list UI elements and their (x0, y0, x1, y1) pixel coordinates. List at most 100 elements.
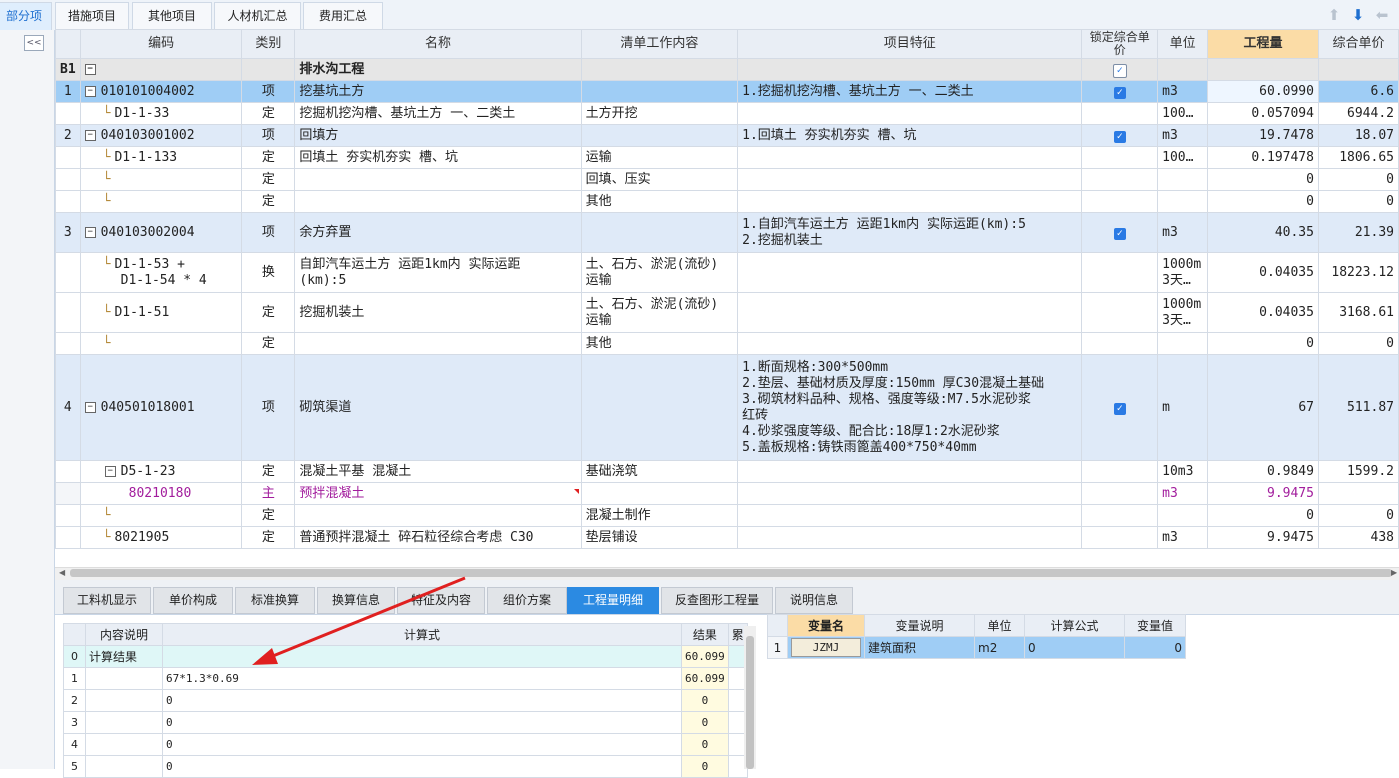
cell-price[interactable]: 1599.2 (1317, 460, 1399, 483)
calc-result[interactable]: 0 (681, 689, 729, 712)
cell-price[interactable]: 511.87 (1317, 354, 1399, 461)
cell-code[interactable]: └ (79, 168, 243, 191)
cell-type[interactable]: 定 (241, 292, 296, 333)
cell-unit[interactable]: m3 (1157, 482, 1209, 505)
cell-name[interactable]: 普通预拌混凝土 碎石粒径综合考虑 C30 (294, 526, 582, 549)
row-number[interactable] (55, 332, 81, 355)
cell-qty[interactable]: 0 (1207, 504, 1319, 527)
bottom-tab[interactable]: 反查图形工程量 (661, 587, 773, 614)
var-header-name[interactable]: 变量名 (787, 614, 865, 637)
cell-type[interactable] (241, 58, 296, 81)
cell-feature[interactable] (737, 190, 1083, 213)
top-tab[interactable]: 人材机汇总 (214, 2, 301, 30)
cell-qty[interactable]: 0 (1207, 168, 1319, 191)
grid-row[interactable]: └ 定 其他 0 0 (55, 332, 1399, 355)
calc-row[interactable]: 3 00 (63, 711, 748, 734)
cell-work[interactable]: 其他 (580, 332, 739, 355)
calc-desc[interactable] (85, 733, 163, 756)
cell-feature[interactable] (737, 146, 1083, 169)
row-number[interactable] (55, 190, 81, 213)
cell-feature[interactable] (737, 482, 1083, 505)
scroll-left-icon[interactable]: ◀ (59, 568, 65, 577)
calc-desc[interactable] (85, 667, 163, 690)
calc-expr[interactable]: 0 (162, 711, 682, 734)
cell-work[interactable]: 混凝土制作 (580, 504, 739, 527)
calc-row[interactable]: 1 67*1.3*0.69 60.099 (63, 667, 748, 690)
checkbox-icon[interactable]: ✓ (1113, 227, 1126, 240)
cell-unit[interactable]: m3 (1157, 80, 1209, 103)
cell-unit[interactable] (1157, 332, 1209, 355)
cell-lock[interactable] (1081, 252, 1159, 293)
cell-code[interactable]: └ D1-1-33 (79, 102, 243, 125)
cell-unit[interactable] (1157, 168, 1209, 191)
var-formula[interactable]: 0 (1024, 636, 1125, 659)
cell-unit[interactable] (1157, 58, 1209, 81)
col-header-work[interactable]: 清单工作内容 (580, 29, 739, 59)
cell-type[interactable]: 换 (241, 252, 296, 293)
calc-header-result[interactable]: 结果 (681, 623, 729, 646)
cell-name[interactable] (294, 332, 582, 355)
calc-desc[interactable] (85, 711, 163, 734)
row-number[interactable] (55, 504, 81, 527)
cell-work[interactable] (580, 482, 739, 505)
cell-type[interactable]: 定 (241, 504, 296, 527)
col-header-feature[interactable]: 项目特征 (737, 29, 1083, 59)
col-header-lock[interactable]: 锁定综合单价 (1081, 29, 1159, 59)
cell-code[interactable]: −040103002004 (79, 212, 243, 253)
cell-unit[interactable]: 1000m 3天… (1157, 292, 1209, 333)
cell-feature[interactable]: 1.回填土 夯实机夯实 槽、坑 (737, 124, 1083, 147)
cell-code[interactable]: − (79, 58, 243, 81)
cell-code[interactable]: −040501018001 (79, 354, 243, 461)
cell-name[interactable] (294, 168, 582, 191)
horizontal-scroll-thumb[interactable] (70, 569, 1392, 577)
cell-lock[interactable]: ✓ (1081, 58, 1159, 81)
cell-feature[interactable] (737, 526, 1083, 549)
cell-name[interactable]: 挖掘机挖沟槽、基坑土方 一、二类土 (294, 102, 582, 125)
bottom-tab[interactable]: 工料机显示 (63, 587, 151, 614)
cell-name[interactable]: 回填土 夯实机夯实 槽、坑 (294, 146, 582, 169)
cell-lock[interactable] (1081, 102, 1159, 125)
cell-name[interactable]: 预拌混凝土 (294, 482, 582, 505)
grid-row[interactable]: B1− 排水沟工程 ✓ (55, 58, 1399, 81)
cell-feature[interactable] (737, 332, 1083, 355)
cell-code[interactable]: └ (79, 332, 243, 355)
expand-toggle-icon[interactable]: − (84, 129, 96, 141)
grid-row[interactable]: └ D1-1-133 定 回填土 夯实机夯实 槽、坑 运输 100… 0.197478 180… (55, 146, 1399, 169)
row-number[interactable]: 4 (55, 354, 81, 461)
cell-unit[interactable]: 100… (1157, 146, 1209, 169)
cell-unit[interactable]: m3 (1157, 526, 1209, 549)
cell-name[interactable]: 自卸汽车运土方 运距1km内 实际运距 (km):5 (294, 252, 582, 293)
cell-lock[interactable] (1081, 526, 1159, 549)
expand-toggle-icon[interactable]: − (84, 401, 96, 413)
cell-work[interactable]: 基础浇筑 (580, 460, 739, 483)
top-tab[interactable]: 其他项目 (132, 2, 212, 30)
calc-result[interactable]: 0 (681, 755, 729, 778)
col-header-name[interactable]: 名称 (294, 29, 582, 59)
cell-work[interactable] (580, 212, 739, 253)
top-tab[interactable]: 部分项 (0, 2, 52, 30)
cell-name[interactable]: 混凝土平基 混凝土 (294, 460, 582, 483)
row-number[interactable] (55, 292, 81, 333)
cell-qty[interactable]: 19.7478 (1207, 124, 1319, 147)
cell-feature[interactable] (737, 460, 1083, 483)
cell-code[interactable]: └ (79, 190, 243, 213)
cell-unit[interactable]: m3 (1157, 124, 1209, 147)
cell-lock[interactable] (1081, 146, 1159, 169)
cell-code[interactable]: −010101004002 (79, 80, 243, 103)
row-number[interactable] (55, 460, 81, 483)
cell-unit[interactable]: 100… (1157, 102, 1209, 125)
cell-price[interactable]: 18.07 (1317, 124, 1399, 147)
var-header-value[interactable]: 变量值 (1124, 614, 1186, 637)
cell-work[interactable] (580, 354, 739, 461)
expand-toggle-icon[interactable]: − (84, 63, 96, 75)
grid-row[interactable]: └ D1-1-33 定 挖掘机挖沟槽、基坑土方 一、二类土 土方开挖 100… 0.0570… (55, 102, 1399, 125)
cell-work[interactable] (580, 58, 739, 81)
checkbox-icon[interactable]: ✓ (1113, 86, 1126, 99)
cell-price[interactable]: 21.39 (1317, 212, 1399, 253)
col-header-price[interactable]: 综合单价 (1317, 29, 1399, 59)
grid-row[interactable]: └ 定 其他 0 0 (55, 190, 1399, 213)
cell-unit[interactable] (1157, 190, 1209, 213)
bottom-tab[interactable]: 单价构成 (153, 587, 233, 614)
calc-result[interactable]: 60.099 (681, 667, 729, 690)
cell-unit[interactable]: 1000m 3天… (1157, 252, 1209, 293)
